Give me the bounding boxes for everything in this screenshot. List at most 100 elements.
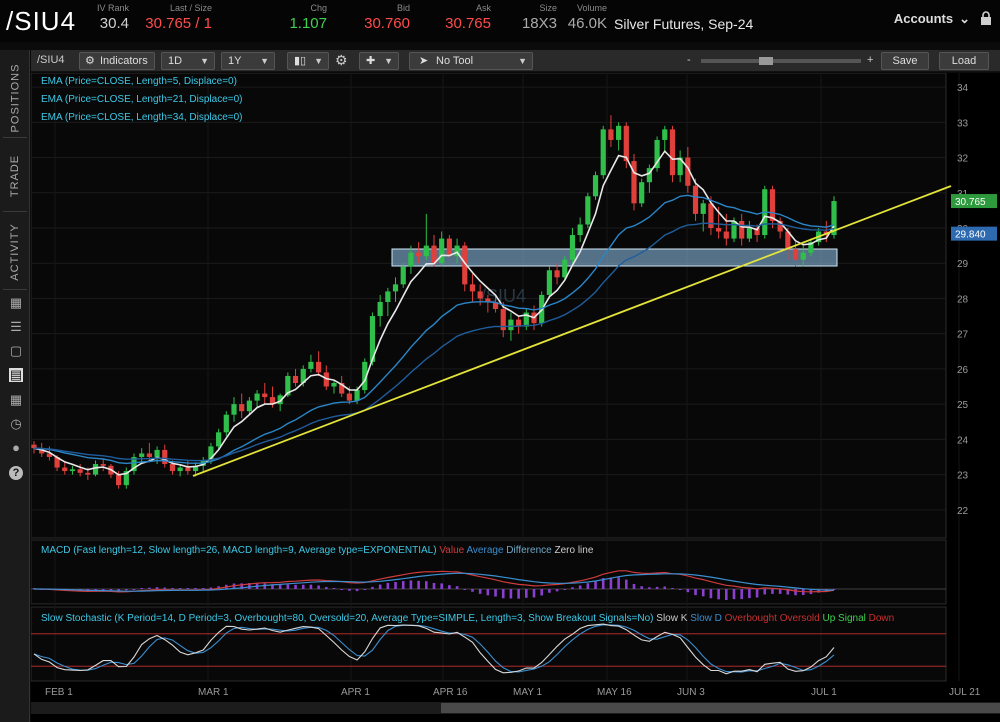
candle-body[interactable] <box>308 361 314 369</box>
candle-body[interactable] <box>346 393 352 401</box>
chart-style-select[interactable]: ▮▯ ▼ <box>287 52 329 70</box>
candle-body[interactable] <box>623 125 629 162</box>
candle-body[interactable] <box>616 125 622 140</box>
zoom-slider[interactable] <box>701 57 861 65</box>
macd-legend[interactable]: MACD (Fast length=12, Slow length=26, MA… <box>41 545 593 556</box>
candle-body[interactable] <box>792 249 799 260</box>
candle-body[interactable] <box>92 464 99 475</box>
candle-body[interactable] <box>392 284 399 292</box>
candle-body[interactable] <box>608 129 614 140</box>
candle-body[interactable] <box>577 224 583 236</box>
tab-positions[interactable]: POSITIONS <box>3 58 27 138</box>
calculator-icon[interactable]: ▦ <box>9 296 23 310</box>
candle-body[interactable] <box>639 182 645 204</box>
candle-body[interactable] <box>508 319 514 331</box>
candle-body[interactable] <box>223 414 229 433</box>
zoom-out-button[interactable]: - <box>687 54 691 66</box>
candle-body[interactable] <box>100 464 106 466</box>
candle-body[interactable] <box>400 266 406 285</box>
candle-body[interactable] <box>177 467 183 472</box>
candle-body[interactable] <box>139 453 145 457</box>
candle-body[interactable] <box>246 400 252 412</box>
ema-5-label[interactable]: EMA (Price=CLOSE, Length=5, Displace=0) <box>41 76 237 87</box>
zoom-slider-thumb[interactable] <box>759 57 773 65</box>
candle-body[interactable] <box>231 404 237 415</box>
candle-body[interactable] <box>69 469 76 472</box>
grid-icon[interactable]: ▦ <box>9 393 23 407</box>
candle-body[interactable] <box>423 245 429 257</box>
candle-body[interactable] <box>262 393 268 398</box>
candle-body[interactable] <box>408 252 414 267</box>
gauge-icon[interactable]: ◷ <box>9 417 23 431</box>
candle-body[interactable] <box>162 449 168 465</box>
candle-body[interactable] <box>146 453 152 457</box>
candle-body[interactable] <box>739 220 745 239</box>
candle-body[interactable] <box>669 129 676 176</box>
candle-body[interactable] <box>185 467 191 472</box>
candle-body[interactable] <box>692 185 699 214</box>
candle-body[interactable] <box>446 238 452 257</box>
candle-body[interactable] <box>716 228 722 232</box>
tv-icon[interactable]: ▢ <box>9 344 23 358</box>
candle-body[interactable] <box>554 270 560 278</box>
candle-body[interactable] <box>477 291 483 299</box>
candle-body[interactable] <box>116 474 122 486</box>
lock-icon[interactable] <box>980 11 992 26</box>
candle-body[interactable] <box>385 291 391 302</box>
zoom-in-button[interactable]: + <box>867 54 873 66</box>
load-button[interactable]: Load <box>939 52 989 70</box>
tab-trade[interactable]: TRADE <box>3 140 27 212</box>
candle-body[interactable] <box>585 196 591 225</box>
candle-body[interactable] <box>746 228 752 239</box>
candle-body[interactable] <box>254 393 260 401</box>
candle-body[interactable] <box>662 129 668 140</box>
candle-body[interactable] <box>769 189 776 221</box>
candle-body[interactable] <box>354 390 360 401</box>
chart-canvas[interactable]: 22232425262728293031323334 FEB 1MAR 1APR… <box>30 72 1000 722</box>
candle-body[interactable] <box>700 203 706 214</box>
candle-body[interactable] <box>731 220 737 239</box>
ema-21-label[interactable]: EMA (Price=CLOSE, Length=21, Displace=0) <box>41 94 243 105</box>
candle-body[interactable] <box>569 235 576 260</box>
save-button[interactable]: Save <box>881 52 929 70</box>
candle-body[interactable] <box>85 472 91 475</box>
settings-gear-icon[interactable]: ⚙ <box>335 52 348 69</box>
candle-body[interactable] <box>546 270 552 295</box>
chart-area[interactable]: 22232425262728293031323334 FEB 1MAR 1APR… <box>30 72 1000 722</box>
people-icon[interactable]: ● <box>9 441 23 455</box>
indicators-button[interactable]: ⚙ Indicators <box>79 52 155 70</box>
candle-body[interactable] <box>316 361 322 373</box>
overbought-label: Overbought <box>724 613 777 624</box>
candle-body[interactable] <box>416 252 422 257</box>
candle-body[interactable] <box>169 464 176 472</box>
chart-icon[interactable]: ▤ <box>9 368 23 382</box>
scrollbar-thumb[interactable] <box>441 703 1000 713</box>
accounts-menu[interactable]: Accounts ⌄ <box>894 11 970 27</box>
list-icon[interactable]: ☰ <box>9 320 23 334</box>
candle-body[interactable] <box>723 231 729 239</box>
interval-select[interactable]: 1D ▼ <box>161 52 215 70</box>
candle-body[interactable] <box>331 383 337 387</box>
candle-body[interactable] <box>216 432 222 447</box>
tab-activity[interactable]: ACTIVITY <box>3 214 27 290</box>
candle-body[interactable] <box>439 238 445 264</box>
macd-histogram-bar <box>578 585 582 589</box>
toolbar-symbol[interactable]: /SIU4 <box>37 54 65 66</box>
candle-body[interactable] <box>600 129 606 176</box>
stochastic-legend[interactable]: Slow Stochastic (K Period=14, D Period=3… <box>41 613 894 624</box>
drawing-select[interactable]: ✚ ▼ <box>359 52 399 70</box>
candle-body[interactable] <box>292 375 299 383</box>
ema-34-label[interactable]: EMA (Price=CLOSE, Length=34, Displace=0) <box>41 112 243 123</box>
candle-body[interactable] <box>377 301 383 317</box>
candle-body[interactable] <box>62 467 68 472</box>
candle-body[interactable] <box>562 259 568 278</box>
tool-select[interactable]: ➤ No Tool ▼ <box>409 52 533 70</box>
candle-body[interactable] <box>592 175 599 197</box>
candle-body[interactable] <box>800 252 806 260</box>
candle-body[interactable] <box>239 404 245 412</box>
range-select[interactable]: 1Y ▼ <box>221 52 275 70</box>
help-icon[interactable]: ? <box>9 466 23 480</box>
candle-body[interactable] <box>469 284 476 292</box>
candle-body[interactable] <box>154 449 160 457</box>
candle-body[interactable] <box>77 469 83 473</box>
